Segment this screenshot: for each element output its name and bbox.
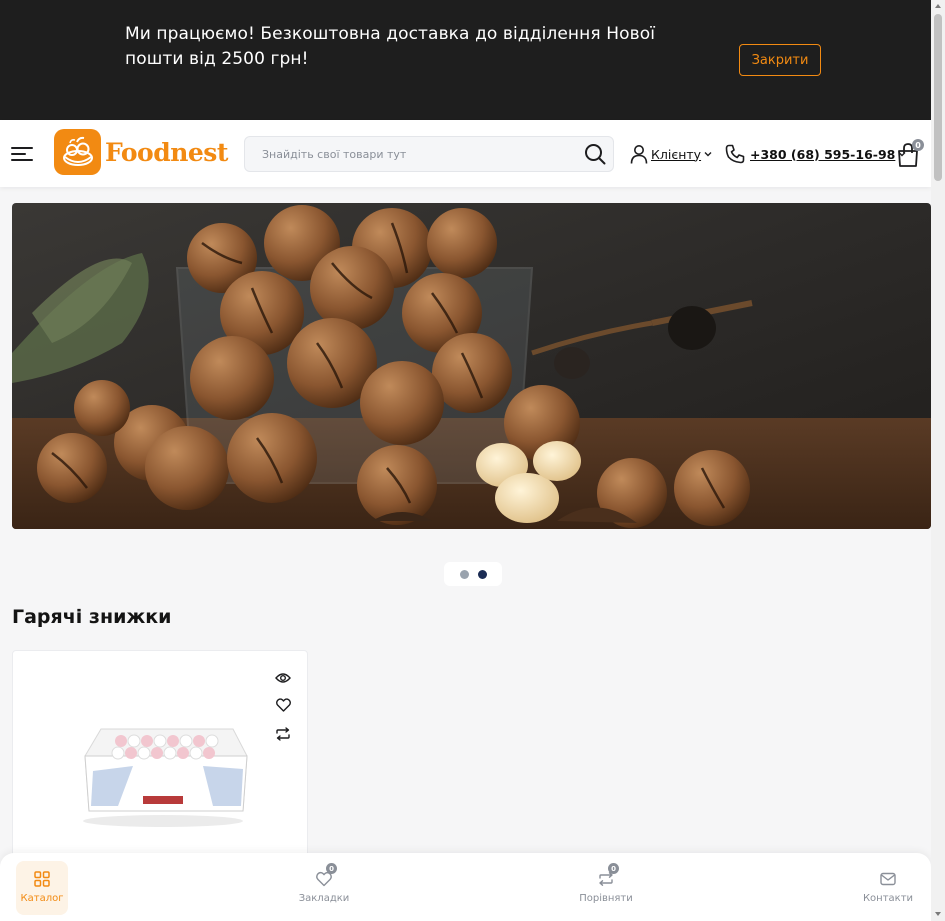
notice-text: Ми працюємо! Безкоштовна доставка до від…: [125, 24, 656, 69]
add-to-compare-button[interactable]: [272, 723, 294, 745]
logo[interactable]: Foodnest: [54, 129, 228, 175]
compare-icon: [276, 727, 290, 741]
scroll-up-arrow[interactable]: [935, 4, 941, 8]
nav-bookmarks[interactable]: 0 Закладки: [293, 861, 355, 915]
slider-dots: [444, 562, 502, 586]
nav-bookmarks-label: Закладки: [298, 893, 350, 904]
client-menu[interactable]: Клієнту: [630, 143, 712, 165]
heart-icon: [275, 698, 291, 712]
slider-dot-1[interactable]: [459, 569, 469, 579]
quick-view-button[interactable]: [272, 667, 294, 689]
hero-banner[interactable]: [12, 203, 931, 529]
menu-button[interactable]: [11, 142, 33, 164]
compare-count-badge: 0: [608, 863, 619, 874]
bookmarks-count-badge: 0: [326, 863, 337, 874]
nav-catalog[interactable]: Каталог: [16, 861, 68, 915]
scroll-down-arrow[interactable]: [935, 912, 941, 916]
search-input[interactable]: [245, 137, 575, 171]
nav-contacts[interactable]: Контакти: [860, 861, 916, 915]
client-label: Клієнту: [651, 146, 702, 162]
menu-icon: [11, 147, 33, 149]
chevron-down-icon: [704, 152, 712, 157]
mail-icon: [878, 869, 898, 889]
phone-icon: [725, 144, 745, 164]
compare-icon: 0: [596, 863, 619, 889]
scroll-thumb[interactable]: [934, 14, 942, 181]
search-icon[interactable]: [584, 143, 606, 165]
add-to-bookmarks-button[interactable]: [272, 694, 294, 716]
bottom-navigation: Каталог 0 Закладки 0 Порівняти Контакти: [0, 853, 931, 921]
notice-close-button[interactable]: Закрити: [739, 44, 821, 76]
cart-count-badge: 0: [912, 139, 924, 151]
heart-icon: 0: [314, 863, 337, 889]
search-box: [244, 136, 614, 172]
user-icon: [630, 145, 648, 164]
notice-bar: Ми працюємо! Безкоштовна доставка до від…: [0, 0, 931, 120]
product-card[interactable]: [12, 650, 308, 880]
nav-compare-label: Порівняти: [579, 893, 633, 904]
phone-menu[interactable]: +380 (68) 595-16-98: [725, 143, 906, 165]
product-image[interactable]: [73, 711, 253, 831]
nav-compare[interactable]: 0 Порівняти: [573, 861, 639, 915]
nav-contacts-label: Контакти: [862, 893, 914, 904]
grid-icon: [32, 869, 52, 889]
banner-image: [12, 203, 931, 529]
logo-icon: [54, 129, 101, 175]
eye-icon: [275, 673, 291, 683]
logo-text: Foodnest: [105, 137, 228, 167]
slider-dot-2[interactable]: [477, 569, 487, 579]
phone-number: +380 (68) 595-16-98: [750, 146, 896, 162]
hot-deals-title: Гарячі знижки: [12, 606, 172, 628]
page-scrollbar[interactable]: [931, 0, 945, 921]
nav-catalog-label: Каталог: [20, 893, 64, 904]
site-header: Foodnest Клієнту +380 (68) 595-16-98: [0, 120, 931, 187]
